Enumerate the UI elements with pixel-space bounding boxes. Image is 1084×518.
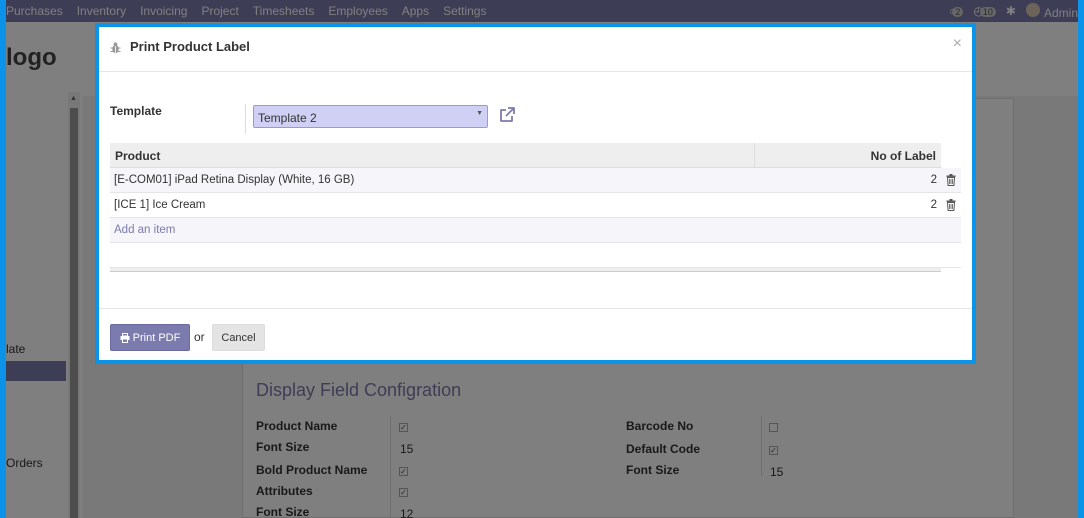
column-header-product[interactable]: Product [115, 149, 160, 163]
column-separator [754, 143, 755, 168]
print-icon [120, 332, 130, 343]
template-select[interactable]: Template 2 ▼ [253, 105, 488, 128]
trash-icon[interactable] [946, 174, 956, 186]
table-footer [110, 268, 941, 272]
close-button[interactable]: × [953, 35, 962, 53]
add-item-link[interactable]: Add an item [114, 224, 175, 236]
add-item-row: Add an item [110, 218, 961, 243]
or-text: or [194, 330, 205, 344]
empty-row [110, 243, 961, 268]
cell-qty[interactable]: 2 [931, 174, 937, 186]
cell-product[interactable]: [E-COM01] iPad Retina Display (White, 16… [114, 174, 354, 186]
product-table: Product No of Label [E-COM01] iPad Retin… [110, 143, 961, 272]
cell-product[interactable]: [ICE 1] Ice Cream [114, 199, 205, 211]
cell-qty[interactable]: 2 [931, 199, 937, 211]
print-pdf-button[interactable]: Print PDF [110, 324, 190, 351]
dialog-header: Print Product Label × [99, 27, 972, 72]
table-row[interactable]: [E-COM01] iPad Retina Display (White, 16… [110, 168, 961, 193]
trash-icon[interactable] [946, 199, 956, 211]
table-header: Product No of Label [110, 143, 941, 168]
caret-down-icon: ▼ [476, 110, 483, 117]
print-label-dialog: Print Product Label × Template Template … [95, 23, 976, 364]
template-label: Template [110, 104, 162, 118]
cancel-button[interactable]: Cancel [212, 324, 265, 351]
bug-icon [110, 42, 121, 54]
template-select-value: Template 2 [258, 111, 317, 125]
print-pdf-label: Print PDF [132, 331, 181, 344]
external-link-icon[interactable] [498, 106, 516, 124]
column-header-qty[interactable]: No of Label [871, 149, 936, 163]
dialog-title: Print Product Label [130, 39, 250, 54]
dialog-footer: Print PDF or Cancel [99, 308, 972, 360]
field-separator [245, 104, 246, 134]
table-row[interactable]: [ICE 1] Ice Cream 2 [110, 193, 961, 218]
